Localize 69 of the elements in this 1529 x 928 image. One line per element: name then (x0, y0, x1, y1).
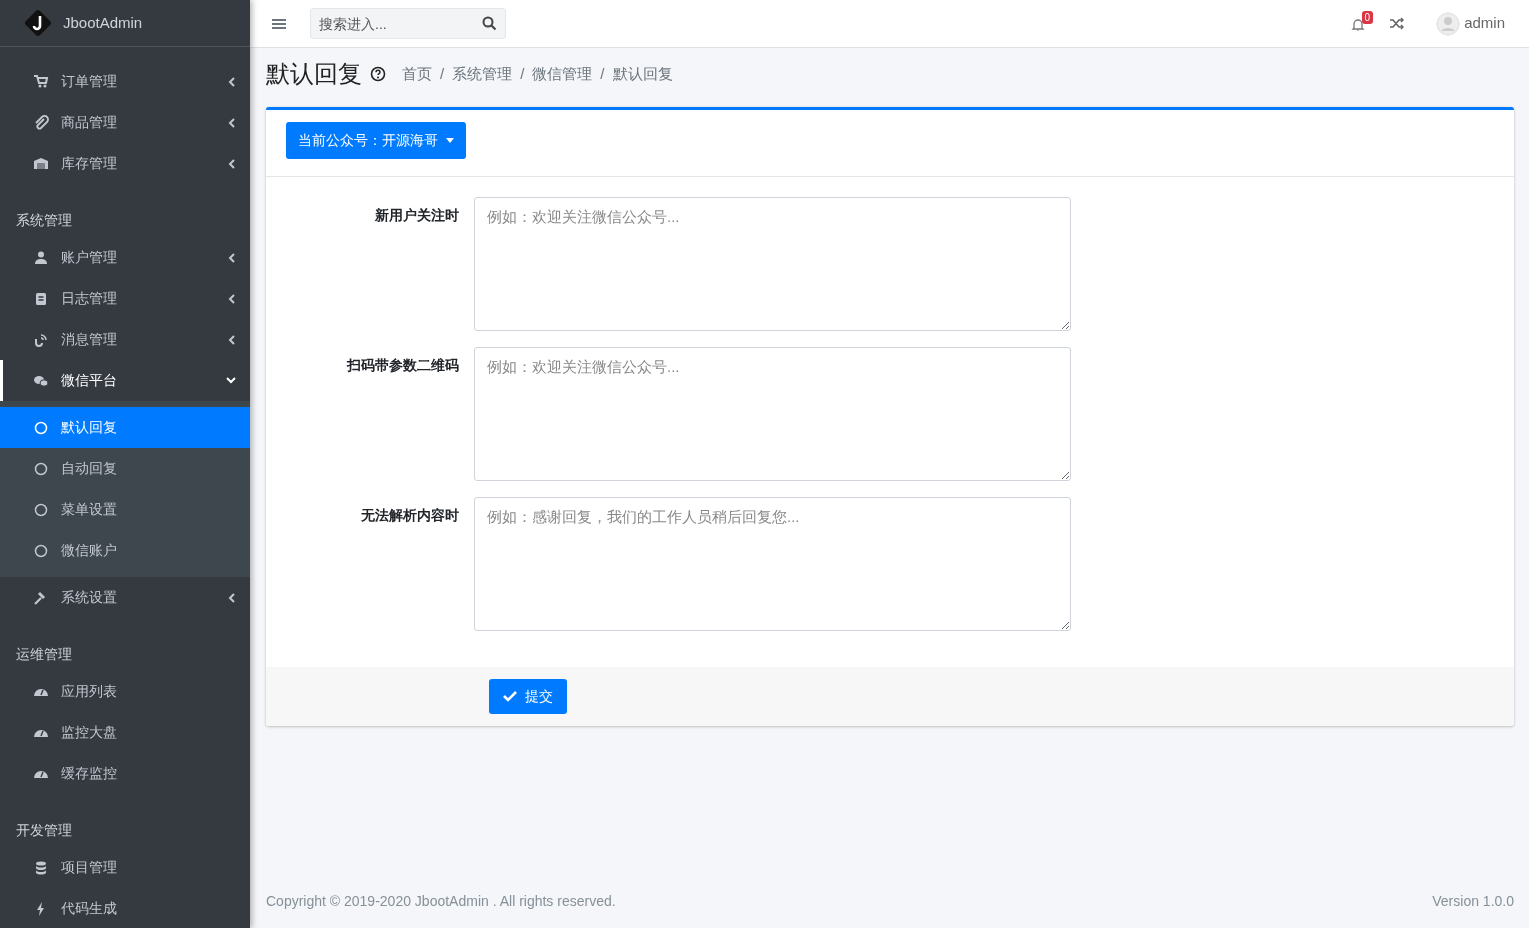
sidebar-item[interactable]: 商品管理 (0, 102, 250, 143)
paperclip-icon (33, 114, 49, 131)
sidebar-item[interactable]: 监控大盘 (0, 712, 250, 753)
breadcrumb-link[interactable]: 首页 (402, 65, 432, 83)
chevron-left-icon (228, 252, 236, 263)
menu-icon (272, 17, 286, 30)
sidebar-section-title: 运维管理 (15, 645, 73, 664)
sidebar-item[interactable]: 微信平台 (0, 360, 250, 401)
user-name[interactable]: admin (1464, 12, 1505, 35)
search-field[interactable]: 搜索进入... (310, 8, 506, 39)
user-icon (33, 249, 49, 266)
copyright-text: Copyright © 2019-2020 JbootAdmin . All rights reserved. (266, 892, 616, 911)
sidebar-item[interactable]: 账户管理 (0, 237, 250, 278)
sidebar-section-title: 系统管理 (15, 211, 73, 230)
sidebar-item[interactable]: 缓存监控 (0, 753, 250, 794)
feed-icon (33, 331, 49, 348)
book-icon (33, 290, 49, 307)
account-dropdown-button[interactable]: 当前公众号：开源海哥 (286, 121, 466, 159)
help-icon (370, 66, 386, 83)
page-title: 默认回复 (266, 60, 362, 89)
sidebar-item[interactable]: 应用列表 (0, 671, 250, 712)
circle-icon (34, 420, 48, 435)
bell-icon (1351, 16, 1366, 31)
shuffle-icon (1389, 17, 1405, 30)
database-icon (33, 859, 49, 876)
breadcrumb-link[interactable]: 系统管理 (452, 65, 513, 83)
chevron-down-icon (226, 376, 236, 385)
field-label: 扫码带参数二维码 (345, 355, 460, 375)
sidebar-section-title: 开发管理 (15, 821, 73, 840)
sidebar-item[interactable]: 项目管理 (0, 847, 250, 888)
breadcrumb-separator: / (600, 65, 605, 83)
sidebar-item[interactable]: 代码生成 (0, 888, 250, 928)
reply-textarea[interactable]: 例如：欢迎关注微信公众号... (474, 346, 1071, 481)
sidebar-subitem[interactable]: 微信账户 (0, 530, 250, 571)
brand-name: JbootAdmin (63, 12, 143, 33)
submit-button[interactable]: 提交 (489, 678, 567, 714)
notification-count: 0 (1361, 10, 1374, 24)
reply-textarea[interactable]: 例如：欢迎关注微信公众号... (474, 196, 1071, 331)
chevron-left-icon (228, 117, 236, 128)
chevron-left-icon (228, 293, 236, 304)
sidebar-subitem[interactable]: 默认回复 (0, 407, 250, 448)
chevron-left-icon (228, 158, 236, 169)
check-icon (503, 690, 517, 703)
breadcrumb-link[interactable]: 微信管理 (532, 65, 593, 83)
version-text: Version 1.0.0 (1432, 892, 1514, 911)
circle-icon (34, 502, 48, 517)
field-label: 无法解析内容时 (360, 505, 460, 525)
circle-icon (34, 461, 48, 476)
circle-icon (34, 543, 48, 558)
search-icon (482, 16, 497, 31)
warehouse-icon (33, 155, 49, 172)
breadcrumb-separator: / (520, 65, 525, 83)
chevron-left-icon (228, 592, 236, 603)
breadcrumb-current: 默认回复 (612, 65, 673, 83)
cart-icon (33, 73, 49, 90)
chevron-left-icon (228, 76, 236, 87)
avatar-icon (1436, 11, 1461, 36)
sidebar-item[interactable]: 订单管理 (0, 61, 250, 102)
sidebar-subitem[interactable]: 菜单设置 (0, 489, 250, 530)
reply-textarea[interactable]: 例如：感谢回复，我们的工作人员稍后回复您... (474, 496, 1071, 631)
breadcrumb-separator: / (440, 65, 445, 83)
chevron-left-icon (228, 334, 236, 345)
field-label: 新用户关注时 (374, 205, 460, 225)
sidebar-item[interactable]: 消息管理 (0, 319, 250, 360)
sidebar-item[interactable]: 库存管理 (0, 143, 250, 184)
caret-icon (446, 137, 454, 143)
sidebar-subitem[interactable]: 自动回复 (0, 448, 250, 489)
sidebar-item[interactable]: 日志管理 (0, 278, 250, 319)
sidebar-item[interactable]: 系统设置 (0, 577, 250, 618)
